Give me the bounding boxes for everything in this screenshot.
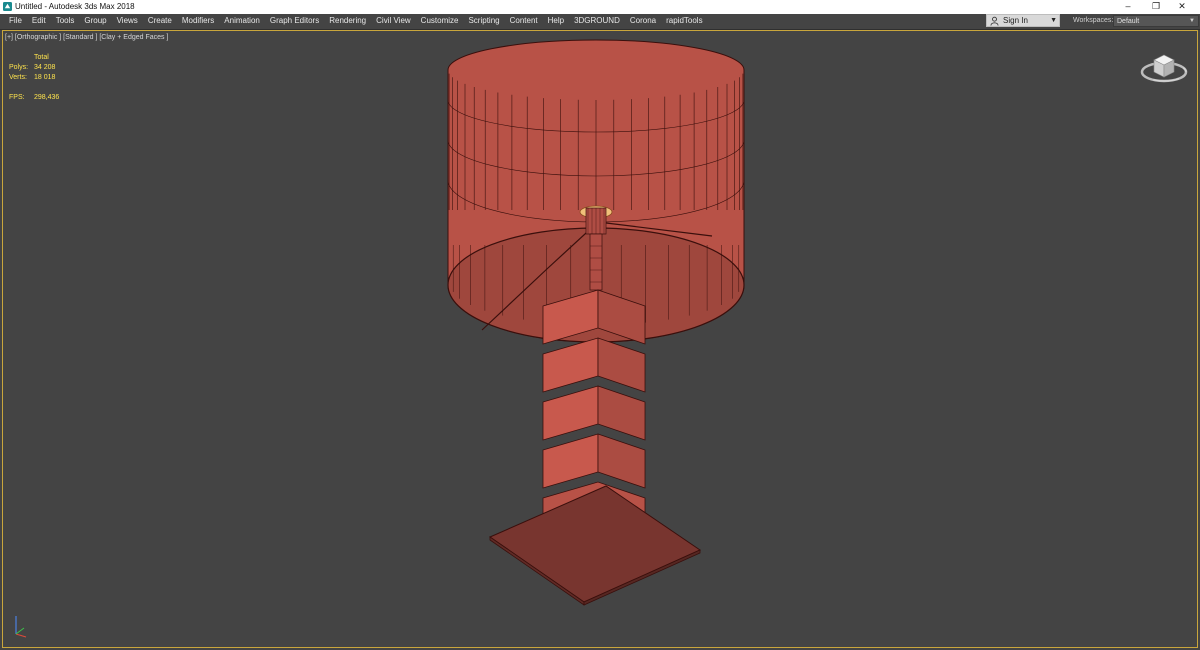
base-block-right-face [597,433,646,489]
scene-model [447,39,745,606]
stats-header: Total [34,54,49,61]
lamp-stem [589,233,603,291]
base-block-right-face [597,337,646,393]
fps-value: 298,436 [34,94,60,101]
verts-label: Verts: [9,74,27,81]
verts-value: 18 018 [34,74,56,81]
viewport-label[interactable]: [+] [Orthographic ] [Standard ] [Clay + … [5,33,168,43]
fps-label: FPS: [9,94,25,101]
polys-value: 34 208 [34,64,56,71]
base-block-right-face [597,385,646,441]
base-plate-top [488,485,702,603]
axis-tripod-icon [15,616,27,638]
base-block-left-face [542,433,599,489]
viewcube-icon[interactable] [1138,46,1190,86]
table-lamp-model [447,39,745,606]
polys-label: Polys: [9,64,29,71]
base-block-left-face [542,385,599,441]
base-block-left-face [542,337,599,393]
